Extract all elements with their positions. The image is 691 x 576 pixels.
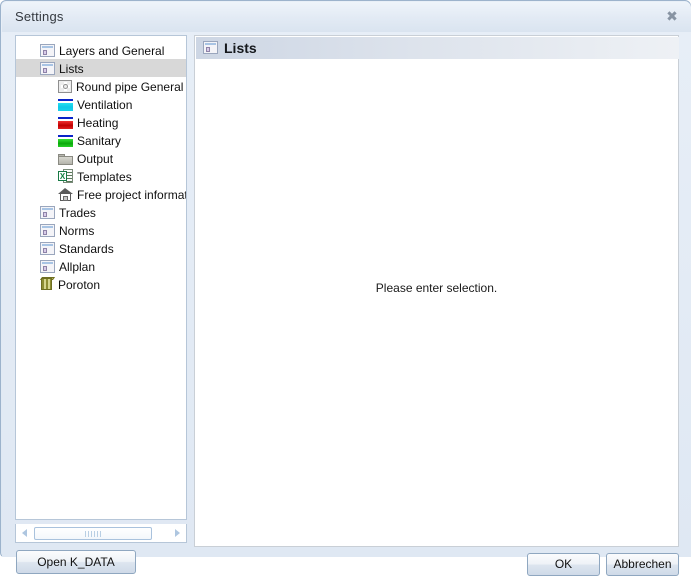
window-icon	[40, 242, 55, 255]
tree-item-label: Trades	[59, 205, 96, 220]
window-icon	[203, 41, 218, 54]
settings-dialog: Settings ✖ Layers and General Lists Round …	[0, 0, 691, 576]
content-header-title: Lists	[224, 40, 257, 56]
house-icon	[58, 188, 73, 201]
window-icon	[40, 62, 55, 75]
settings-tree[interactable]: Layers and General Lists Round pipe Genera…	[16, 41, 186, 293]
tree-item-label: Norms	[59, 223, 95, 238]
tree-item-label: Layers and General	[59, 43, 165, 58]
tree-item-label: Templates	[77, 169, 132, 184]
tree-item-label: Round pipe General	[76, 79, 184, 94]
close-icon[interactable]: ✖	[663, 8, 681, 25]
tree-item-label: Standards	[59, 241, 114, 256]
tree-item-label: Lists	[59, 61, 84, 76]
ok-button[interactable]: OK	[527, 553, 600, 576]
tree-item-trades[interactable]: Trades	[16, 203, 186, 221]
tree-item-poroton[interactable]: Poroton	[16, 275, 186, 293]
heating-duct-icon	[58, 117, 73, 129]
dialog-body: Layers and General Lists Round pipe Genera…	[2, 32, 691, 576]
spreadsheet-icon: X	[58, 169, 73, 183]
tree-item-label: Free project informat	[77, 187, 186, 202]
scrollbar-thumb[interactable]	[34, 527, 152, 540]
tree-item-allplan[interactable]: Allplan	[16, 257, 186, 275]
folder-icon	[58, 153, 73, 165]
title-bar: Settings ✖	[2, 2, 691, 32]
window-icon	[40, 260, 55, 273]
open-k-data-button[interactable]: Open K_DATA	[16, 550, 136, 574]
tree-item-round-pipe-general[interactable]: Round pipe General	[16, 77, 186, 95]
settings-tree-panel: Layers and General Lists Round pipe Genera…	[15, 35, 187, 520]
tree-item-layers-and-general[interactable]: Layers and General	[16, 41, 186, 59]
tree-item-standards[interactable]: Standards	[16, 239, 186, 257]
cancel-button[interactable]: Abbrechen	[606, 553, 679, 576]
content-header: Lists	[196, 37, 679, 59]
content-panel: Lists Please enter selection.	[194, 35, 679, 547]
tree-item-output[interactable]: Output	[16, 149, 186, 167]
window-icon	[40, 44, 55, 57]
tree-item-norms[interactable]: Norms	[16, 221, 186, 239]
window-icon	[40, 206, 55, 219]
tree-item-templates[interactable]: X Templates	[16, 167, 186, 185]
tree-item-sanitary[interactable]: Sanitary	[16, 131, 186, 149]
tree-item-label: Allplan	[59, 259, 96, 274]
tree-item-label: Sanitary	[77, 133, 122, 148]
tree-item-label: Poroton	[58, 277, 101, 292]
gear-icon	[58, 80, 72, 93]
ventilation-duct-icon	[58, 99, 73, 111]
window-icon	[40, 224, 55, 237]
tree-item-free-project-informat[interactable]: Free project informat	[16, 185, 186, 203]
tree-item-ventilation[interactable]: Ventilation	[16, 95, 186, 113]
content-placeholder-message: Please enter selection.	[375, 281, 498, 295]
scrollbar-grip-icon	[85, 531, 101, 537]
scroll-right-arrow-icon[interactable]	[172, 528, 181, 538]
tree-item-label: Heating	[77, 115, 119, 130]
tree-item-heating[interactable]: Heating	[16, 113, 186, 131]
tree-horizontal-scrollbar[interactable]	[15, 524, 187, 543]
tree-item-label: Ventilation	[77, 97, 133, 112]
window-title: Settings	[15, 9, 64, 24]
sanitary-duct-icon	[58, 135, 73, 147]
scroll-left-arrow-icon[interactable]	[21, 528, 30, 538]
tree-item-label: Output	[77, 151, 114, 166]
tree-item-lists[interactable]: Lists	[16, 59, 186, 77]
brick-icon	[39, 277, 56, 291]
